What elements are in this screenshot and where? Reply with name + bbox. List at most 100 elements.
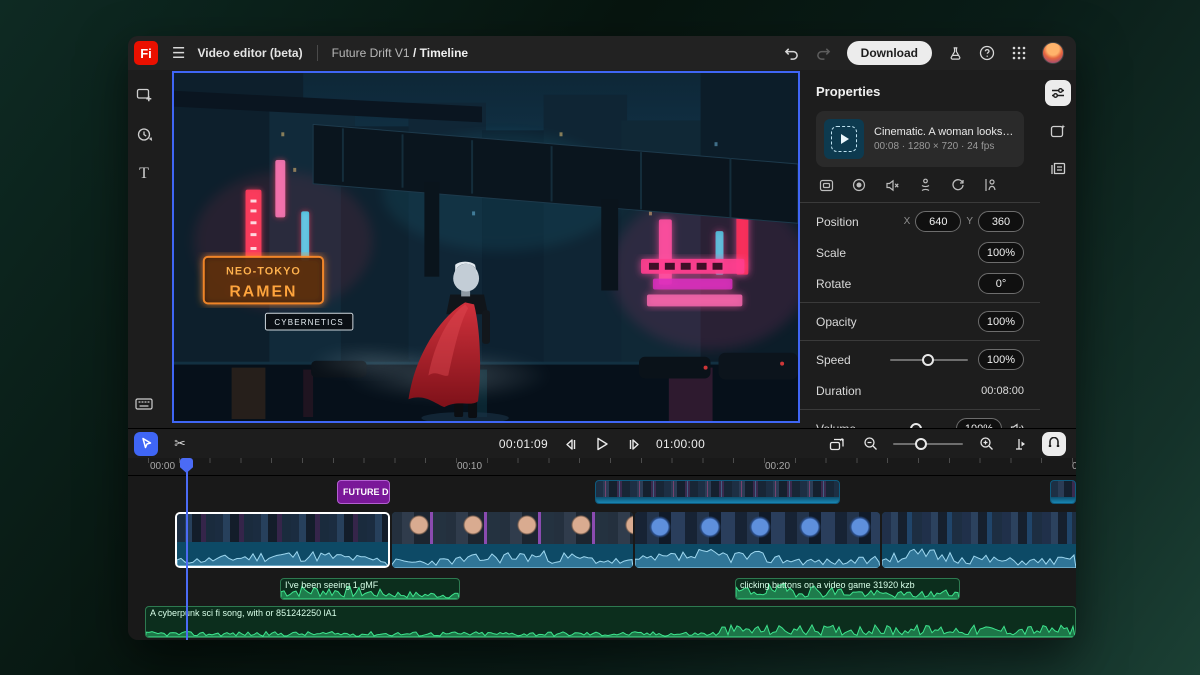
clip-action-row [818, 177, 1022, 193]
user-avatar[interactable] [1042, 42, 1064, 64]
video-clip-woman[interactable] [392, 512, 633, 568]
position-label: Position [816, 215, 899, 229]
fit-frame-icon[interactable] [818, 177, 834, 193]
title-clip[interactable]: FUTURE DRI [337, 480, 390, 504]
person-properties-icon[interactable] [983, 177, 999, 193]
add-media-icon[interactable] [134, 84, 154, 104]
video-clip-robots[interactable] [635, 512, 880, 568]
scale-input[interactable]: 100% [978, 242, 1024, 263]
left-toolbar: T [128, 70, 160, 428]
figure-icon[interactable] [917, 177, 933, 193]
preview-scene: NEO-TOKYO RAMEN CYBERNETICS [174, 73, 798, 421]
panel-divider [800, 202, 1040, 203]
breadcrumb: Future Drift V1 / Timeline [332, 46, 469, 60]
playhead-jump-icon[interactable] [1009, 434, 1029, 454]
duration-label: Duration [816, 384, 981, 398]
video-preview-canvas[interactable]: NEO-TOKYO RAMEN CYBERNETICS [172, 71, 800, 423]
volume-input[interactable]: 100% [956, 418, 1002, 428]
voice-clip-1-label: I've been seeing 1 gMF [285, 580, 378, 590]
next-frame-icon[interactable] [624, 434, 644, 454]
video-clip-city-2[interactable] [882, 512, 1076, 568]
project-name[interactable]: Future Drift V1 [332, 46, 410, 60]
current-timecode: 00:01:09 [499, 437, 548, 451]
zoom-out-icon[interactable] [860, 434, 880, 454]
clip-audio-waveform [177, 542, 388, 566]
app-title: Video editor (beta) [197, 46, 302, 60]
position-y-input[interactable]: 360 [978, 211, 1024, 232]
video-thumbnails [882, 512, 1076, 544]
snapping-magnet-button[interactable] [1042, 432, 1066, 456]
speed-row: Speed 100% [816, 347, 1024, 372]
voice-clip-2[interactable]: clicking buttons on a video game 31920 k… [735, 578, 960, 600]
rotate-input[interactable]: 0° [978, 273, 1024, 294]
video-clip-city-selected[interactable] [175, 512, 390, 568]
refresh-icon[interactable] [950, 177, 966, 193]
top-bar: Fi ☰ Video editor (beta) Future Drift V1… [128, 36, 1076, 70]
beaker-icon[interactable] [946, 44, 964, 62]
clip-meta: 00:08 · 1280 × 720 · 24 fps [874, 141, 1016, 152]
properties-tab-button[interactable] [1045, 80, 1071, 106]
rotate-row: Rotate 0° [816, 271, 1024, 296]
clip-name: Cinematic. A woman looks a... v.ffgenvid [874, 126, 1016, 138]
sign-ramen-text: RAMEN [229, 283, 297, 300]
timeline-zoom-knob[interactable] [915, 438, 927, 450]
help-icon[interactable] [978, 44, 996, 62]
scale-label: Scale [816, 246, 978, 260]
undo-icon[interactable] [783, 44, 801, 62]
opacity-input[interactable]: 100% [978, 311, 1024, 332]
desktop-background: Fi ☰ Video editor (beta) Future Drift V1… [0, 0, 1200, 675]
timeline-area: 00:00 00:10 00:20 00:30 FUTURE DRI [128, 458, 1076, 640]
music-clip[interactable]: A cyberpunk sci fi song, with or 8512422… [145, 606, 1076, 638]
fit-timeline-icon[interactable] [827, 434, 847, 454]
play-icon[interactable] [592, 434, 612, 454]
duration-value: 00:08:00 [981, 385, 1024, 397]
duration-row: Duration 00:08:00 [816, 378, 1024, 403]
overlay-video-clip[interactable] [595, 480, 840, 504]
topbar-actions: Download [783, 41, 1076, 65]
app-window: Fi ☰ Video editor (beta) Future Drift V1… [128, 36, 1076, 640]
video-thumbnails [392, 512, 633, 544]
select-tool-button[interactable] [134, 432, 158, 456]
rotate-label: Rotate [816, 277, 978, 291]
edit-media-button[interactable] [1045, 118, 1071, 144]
timeline-view-tools [827, 432, 1076, 456]
voice-clip-1[interactable]: I've been seeing 1 gMF [280, 578, 460, 600]
ruler-label: 00:20 [765, 461, 790, 472]
clip-audio-waveform [392, 544, 633, 568]
clip-audio-waveform [635, 544, 880, 568]
clip-thumbnail [824, 119, 864, 159]
properties-panel: Properties Cinematic. A woman looks a...… [800, 70, 1040, 428]
position-row: Position X 640 Y 360 [816, 209, 1024, 234]
clip-audio-waveform [882, 544, 1076, 568]
play-icon [841, 134, 849, 144]
previous-frame-icon[interactable] [560, 434, 580, 454]
split-tool-icon[interactable]: ✂ [168, 432, 192, 456]
audio-muted-icon[interactable] [884, 177, 900, 193]
captions-panel-button[interactable] [1045, 156, 1071, 182]
apps-grid-icon[interactable] [1010, 44, 1028, 62]
download-button[interactable]: Download [847, 41, 932, 65]
timeline-ruler[interactable]: 00:00 00:10 00:20 00:30 [128, 458, 1076, 476]
mask-circle-icon[interactable] [851, 177, 867, 193]
sign-cybernetics-text: CYBERNETICS [274, 318, 344, 327]
x-axis-label: X [904, 216, 911, 227]
text-tool-icon[interactable]: T [134, 164, 154, 184]
keyboard-shortcuts-icon[interactable] [134, 394, 154, 414]
ruler-label: 00:10 [457, 461, 482, 472]
y-axis-label: Y [966, 216, 973, 227]
opacity-label: Opacity [816, 315, 978, 329]
speed-input[interactable]: 100% [978, 349, 1024, 370]
history-clock-icon[interactable] [134, 124, 154, 144]
overlay-video-clip-2[interactable] [1050, 480, 1076, 504]
selected-clip-card[interactable]: Cinematic. A woman looks a... v.ffgenvid… [816, 111, 1024, 167]
redo-icon[interactable] [815, 44, 833, 62]
speed-slider-knob[interactable] [922, 354, 934, 366]
zoom-in-icon[interactable] [976, 434, 996, 454]
timeline-zoom-slider[interactable] [893, 443, 963, 445]
video-thumbnails [635, 512, 880, 544]
firefly-logo[interactable]: Fi [134, 41, 158, 65]
position-x-input[interactable]: 640 [915, 211, 961, 232]
speed-slider[interactable] [890, 359, 968, 361]
menu-icon[interactable]: ☰ [172, 44, 185, 62]
voice-clip-2-label: clicking buttons on a video game 31920 k… [740, 580, 915, 590]
